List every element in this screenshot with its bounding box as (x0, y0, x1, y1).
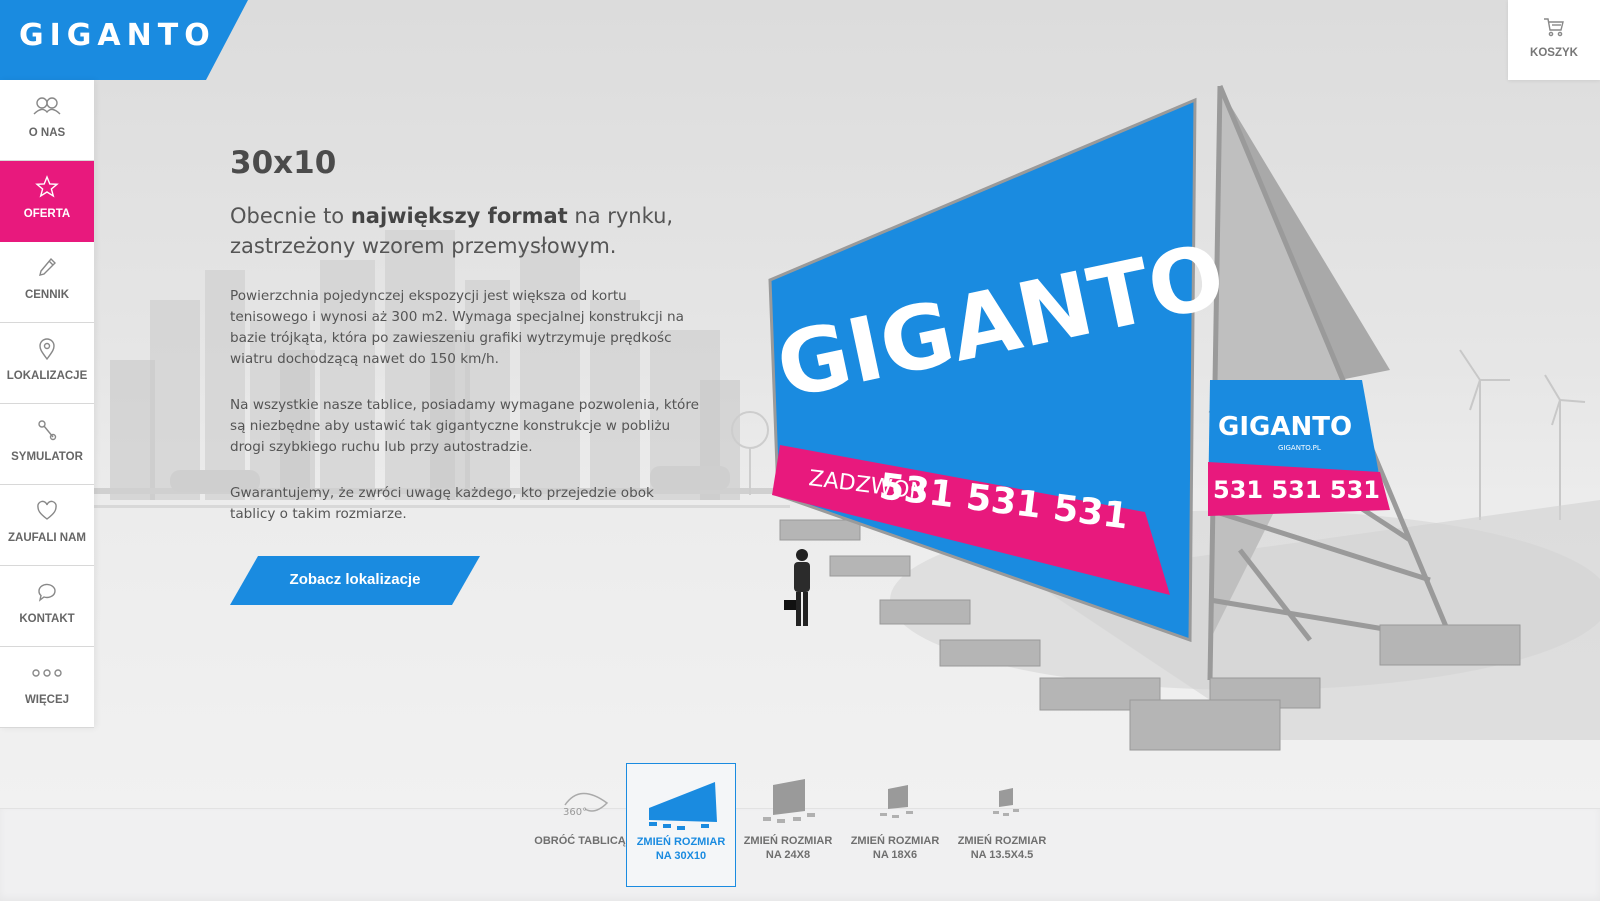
sidebar-item-label: ZAUFALI NAM (8, 532, 86, 544)
resize-13-5x4-5-button[interactable]: ZMIEŃ ROZMIAR NA 13.5X4.5 (947, 763, 1057, 887)
billboard-30x10-thumbnail-icon (649, 782, 717, 830)
billboard-side-logo: GIGANTO (1218, 412, 1352, 442)
tool-label-line2: NA 24X8 (765, 849, 811, 861)
sidebar-item-label: CENNIK (24, 289, 70, 301)
sidebar-item-oferta[interactable]: OFERTA (0, 161, 94, 242)
billboard-18x6-thumbnail-icon (880, 785, 913, 818)
tools-icon (38, 420, 57, 441)
billboard-side-url: GIGANTO.PL (1278, 444, 1321, 452)
giganto-logo[interactable]: GIGANTO (0, 0, 248, 80)
group-icon (33, 97, 61, 115)
lead-text-highlight: największy format (350, 204, 568, 228)
person-figure (784, 549, 810, 626)
cart-icon (1544, 18, 1564, 37)
sidebar-item-zaufali-nam[interactable]: ZAUFALI NAM (0, 485, 94, 566)
chat-bubble-icon (38, 583, 56, 602)
sidebar-item-label: KONTAKT (19, 613, 75, 625)
tool-label-line1: ZMIEŃ ROZMIAR (743, 835, 833, 847)
cart-label: KOSZYK (1530, 47, 1578, 59)
pen-icon (39, 257, 56, 276)
sidebar-item-wiecej[interactable]: WIĘCEJ (0, 647, 94, 728)
resize-18x6-button[interactable]: ZMIEŃ ROZMIAR NA 18X6 (840, 763, 950, 887)
resize-30x10-button[interactable]: ZMIEŃ ROZMIAR NA 30X10 (626, 763, 736, 887)
page-title: 30x10 (230, 145, 337, 181)
tool-label-line1: ZMIEŃ ROZMIAR (957, 835, 1047, 847)
tool-label-line2: NA 30X10 (655, 850, 707, 862)
tool-label-line2: NA 18X6 (872, 849, 918, 861)
sidebar-item-label: O NAS (28, 127, 66, 139)
see-locations-button-label: Zobacz lokalizacje (289, 571, 421, 588)
sidebar-item-lokalizacje[interactable]: LOKALIZACJE (0, 323, 94, 404)
sidebar-item-label: WIĘCEJ (24, 694, 70, 706)
sidebar-item-label: OFERTA (23, 208, 71, 220)
location-pin-icon (39, 338, 55, 361)
tool-label-line1: ZMIEŃ ROZMIAR (850, 835, 940, 847)
resize-24x8-button[interactable]: ZMIEŃ ROZMIAR NA 24X8 (733, 763, 843, 887)
description-paragraph: Powierzchnia pojedynczej ekspozycji jest… (230, 288, 684, 367)
billboard-side-phone: 531 531 531 (1213, 476, 1380, 504)
logo-text: GIGANTO (19, 18, 216, 53)
offer-content: 30x10 Obecnie to największy format na ry… (230, 145, 700, 525)
sidebar-item-symulator[interactable]: SYMULATOR (0, 404, 94, 485)
see-locations-button[interactable]: Zobacz lokalizacje (230, 556, 480, 605)
sidebar-item-kontakt[interactable]: KONTAKT (0, 566, 94, 647)
tool-label-line1: ZMIEŃ ROZMIAR (636, 836, 726, 848)
rotate-360-icon: 360° (563, 792, 609, 818)
tool-label-line2: NA 13.5X4.5 (970, 849, 1034, 861)
sidebar-item-label: LOKALIZACJE (6, 370, 88, 382)
more-dots-icon (32, 669, 62, 677)
description-paragraph: Na wszystkie nasze tablice, posiadamy wy… (230, 397, 700, 455)
description-paragraph: Gwarantujemy, że zwróci uwagę każdego, k… (230, 485, 654, 522)
sidebar-item-label: SYMULATOR (11, 451, 83, 463)
billboard-24x8-thumbnail-icon (763, 779, 815, 823)
tool-label-line1: OBRÓĆ TABLICĄ (534, 835, 626, 847)
lead-text-start: Obecnie to (230, 204, 351, 228)
billboard-3d-illustration: GIGANTO ZADZWOŃ 531 531 531 GIGANTO GIGA… (768, 85, 1600, 751)
sidebar-item-cennik[interactable]: CENNIK (0, 242, 94, 323)
heart-icon (37, 500, 57, 520)
sidebar-nav: O NAS OFERTA CENNIK LOKALIZACJE SYMULATO… (0, 80, 94, 728)
rotate-billboard-button[interactable]: 360° OBRÓĆ TABLICĄ (525, 763, 635, 887)
sidebar-item-o-nas[interactable]: O NAS (0, 80, 94, 161)
lead-text: Obecnie to największy format na rynku, z… (230, 201, 700, 261)
star-icon (35, 175, 59, 198)
cart-button[interactable]: KOSZYK (1508, 0, 1600, 80)
rotate-360-badge: 360° (563, 807, 587, 818)
billboard-13-5x4-5-thumbnail-icon (993, 788, 1019, 816)
